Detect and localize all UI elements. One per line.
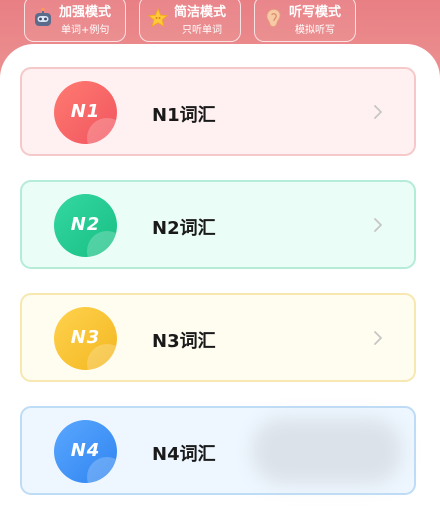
star-icon	[147, 7, 169, 28]
mode-subtitle: 模拟听写	[295, 25, 335, 36]
mode-subtitle: 单词+例句	[61, 25, 110, 36]
level-badge: N3	[54, 307, 117, 370]
level-badge-text: N2	[70, 214, 101, 235]
mode-title: 简洁模式	[174, 5, 227, 20]
mode-title: 听写模式	[289, 5, 342, 20]
level-card-n1[interactable]: N1 N1词汇	[20, 67, 416, 156]
blurred-overlay	[252, 418, 402, 484]
mode-button-dictation[interactable]: 听写模式 模拟听写	[254, 0, 356, 42]
chevron-right-icon	[374, 331, 382, 345]
mode-selector: 加强模式 单词+例句 简洁模式 只听单词 听写模式 模拟听写	[0, 0, 440, 44]
level-badge-text: N4	[70, 440, 101, 461]
mode-title: 加强模式	[59, 5, 112, 20]
level-card-n2[interactable]: N2 N2词汇	[20, 180, 416, 269]
chevron-right-icon	[374, 218, 382, 232]
mode-button-simple[interactable]: 简洁模式 只听单词	[139, 0, 241, 42]
level-label: N4词汇	[152, 444, 216, 465]
mode-button-enhanced[interactable]: 加强模式 单词+例句	[24, 0, 126, 42]
level-label: N3词汇	[152, 331, 216, 352]
level-badge: N4	[54, 420, 117, 483]
level-badge: N2	[54, 194, 117, 257]
level-badge: N1	[54, 81, 117, 144]
level-badge-text: N3	[70, 327, 101, 348]
mode-subtitle: 只听单词	[182, 25, 222, 36]
level-badge-text: N1	[70, 101, 101, 122]
robot-icon	[35, 7, 51, 26]
level-card-n4[interactable]: N4 N4词汇	[20, 406, 416, 495]
chevron-right-icon	[374, 105, 382, 119]
level-label: N1词汇	[152, 105, 216, 126]
ear-icon	[266, 9, 281, 27]
level-card-n3[interactable]: N3 N3词汇	[20, 293, 416, 382]
level-label: N2词汇	[152, 218, 216, 239]
